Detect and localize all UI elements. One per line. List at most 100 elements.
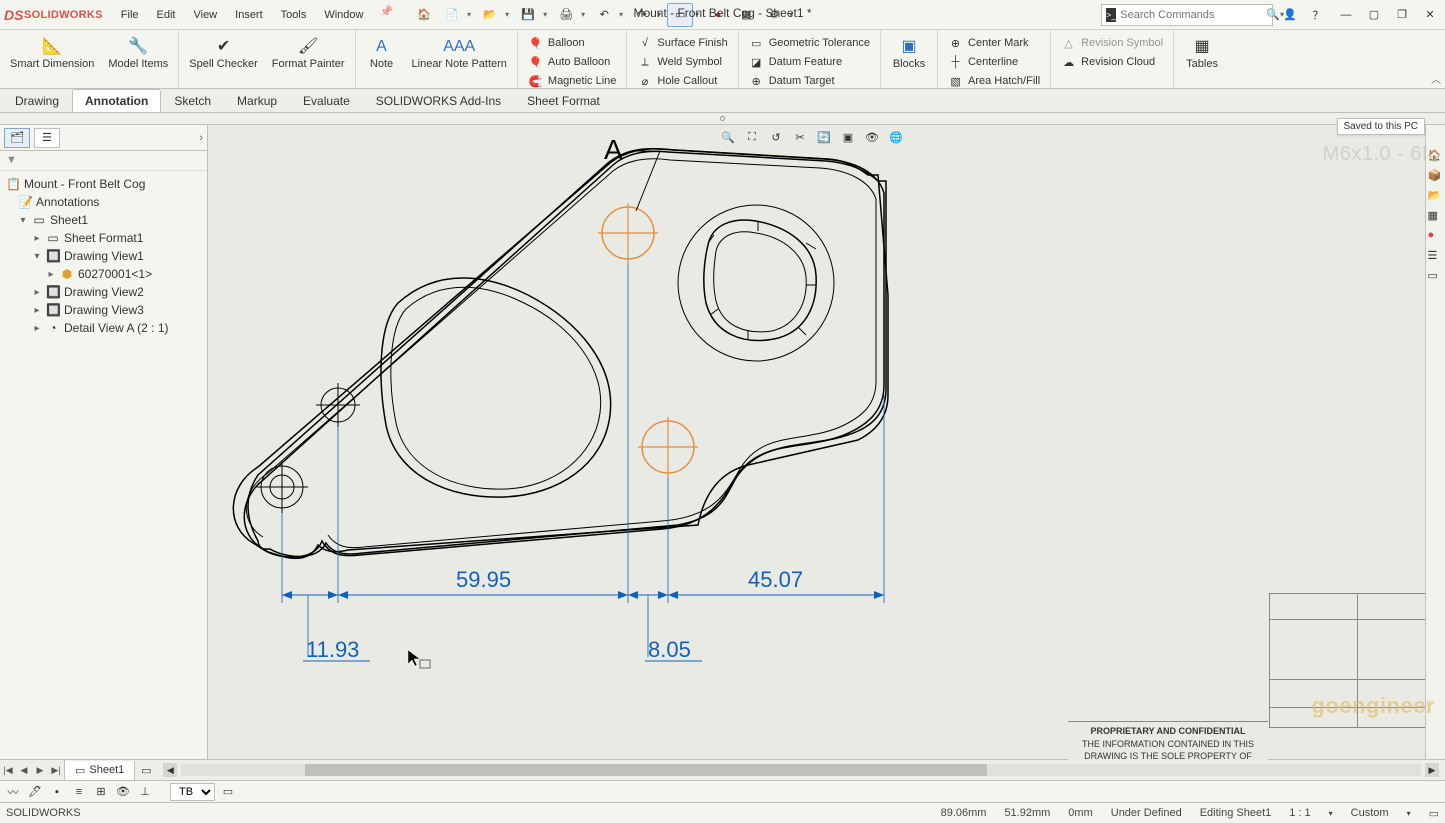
sheet-tab-sheet1[interactable]: ▭Sheet1 (65, 761, 135, 780)
drawing-canvas[interactable]: 🔍 ⛶ ↺ ✂ 🔄 ▣ 👁 🌐 Saved to this PC M6x1.0 … (208, 125, 1445, 759)
hscroll-right-icon[interactable]: ▶ (1425, 763, 1439, 777)
view-palette-icon[interactable]: ▦ (1428, 209, 1444, 225)
sheet-next-icon[interactable]: ▶ (32, 760, 48, 780)
tree-sheet1[interactable]: ▾▭Sheet1 (4, 211, 203, 229)
menu-tools[interactable]: Tools (273, 5, 315, 25)
home-pane-icon[interactable]: 🏠 (1428, 149, 1444, 165)
menu-edit[interactable]: Edit (149, 5, 184, 25)
menu-file[interactable]: File (113, 5, 147, 25)
tree-detail-a[interactable]: ▸◔Detail View A (2 : 1) (4, 319, 203, 337)
layer-select[interactable]: TB (170, 783, 215, 801)
status-scale[interactable]: 1 : 1 (1289, 807, 1310, 819)
linear-note-pattern-button[interactable]: AAALinear Note Pattern (408, 34, 511, 73)
close-icon[interactable]: ✕ (1419, 4, 1441, 26)
hscroll-left-icon[interactable]: ◀ (163, 763, 177, 777)
tab-drawing[interactable]: Drawing (2, 89, 72, 112)
search-icon[interactable]: 🔍 (1266, 8, 1280, 21)
tree-component[interactable]: ▸⬢60270001<1> (4, 265, 203, 283)
feature-tree-tab-icon[interactable]: 🗂 (4, 128, 30, 148)
layer-props-icon[interactable]: ▭ (219, 783, 237, 801)
minimize-icon[interactable]: — (1335, 4, 1357, 26)
datum-feature-button[interactable]: ◪Datum Feature (745, 53, 874, 71)
thickness-icon[interactable]: ≡ (70, 783, 88, 801)
tree-root[interactable]: 📋Mount - Front Belt Cog (4, 175, 203, 193)
note-button[interactable]: ANote (362, 34, 402, 73)
model-items-button[interactable]: 🔧Model Items (104, 34, 172, 73)
sheet-first-icon[interactable]: |◀ (0, 760, 16, 780)
geometric-tolerance-button[interactable]: ▭Geometric Tolerance (745, 34, 874, 52)
tree-annotations[interactable]: 📝Annotations (4, 193, 203, 211)
centerline-button[interactable]: ┼Centerline (944, 53, 1044, 71)
revision-symbol-button[interactable]: △Revision Symbol (1057, 34, 1167, 52)
balloon-button[interactable]: 🎈Balloon (524, 34, 621, 52)
tab-sheet-format[interactable]: Sheet Format (514, 89, 613, 112)
tree-sheet-format[interactable]: ▸▭Sheet Format1 (4, 229, 203, 247)
status-scale-drop-icon[interactable]: ▾ (1329, 809, 1333, 818)
property-tab-icon[interactable]: ☰ (34, 128, 60, 148)
datum-target-button[interactable]: ⊕Datum Target (745, 72, 874, 90)
spell-checker-button[interactable]: ✔Spell Checker (185, 34, 261, 73)
horizontal-scrollbar[interactable]: ◀ ▶ (157, 763, 1445, 777)
pane-expand-icon[interactable]: › (199, 132, 203, 144)
menu-insert[interactable]: Insert (227, 5, 271, 25)
sheet-prev-icon[interactable]: ◀ (16, 760, 32, 780)
smart-dimension-button[interactable]: 📐Smart Dimension (6, 34, 98, 73)
home-icon[interactable]: 🏠 (411, 3, 437, 27)
sheet-last-icon[interactable]: ▶| (48, 760, 64, 780)
appearances-pane-icon[interactable]: ● (1428, 229, 1444, 245)
pin-icon[interactable]: 📌 (379, 5, 393, 25)
auto-balloon-button[interactable]: 🎈Auto Balloon (524, 53, 621, 71)
properties-pane-icon[interactable]: ☰ (1428, 249, 1444, 265)
area-hatch-button[interactable]: ▧Area Hatch/Fill (944, 72, 1044, 90)
line-format-icon[interactable]: 〰 (4, 783, 22, 801)
tab-annotation[interactable]: Annotation (72, 89, 161, 112)
save-icon[interactable]: 💾 (515, 3, 541, 27)
format-painter-button[interactable]: 🖌Format Painter (268, 34, 349, 73)
menu-view[interactable]: View (185, 5, 225, 25)
search-input[interactable] (1116, 9, 1266, 21)
status-units[interactable]: Custom (1351, 807, 1389, 819)
center-mark-button[interactable]: ⊕Center Mark (944, 34, 1044, 52)
hide-icon[interactable]: 👁 (114, 783, 132, 801)
surface-finish-button[interactable]: √Surface Finish (633, 34, 731, 52)
color-icon[interactable]: ▪ (48, 783, 66, 801)
tab-sketch[interactable]: Sketch (161, 89, 224, 112)
tab-evaluate[interactable]: Evaluate (290, 89, 363, 112)
tree-view2[interactable]: ▸🔲Drawing View2 (4, 283, 203, 301)
print-icon[interactable]: 🖨 (553, 3, 579, 27)
blocks-button[interactable]: ▣Blocks (887, 34, 931, 73)
magnetic-line-button[interactable]: 🧲Magnetic Line (524, 72, 621, 90)
hscroll-thumb[interactable] (305, 764, 987, 776)
status-units-drop-icon[interactable]: ▾ (1407, 809, 1411, 818)
revision-cloud-button[interactable]: ☁Revision Cloud (1057, 53, 1167, 71)
layer-icon[interactable]: 🖊 (26, 783, 44, 801)
library-pane-icon[interactable]: 📂 (1428, 189, 1444, 205)
tables-button[interactable]: ▦Tables (1180, 34, 1224, 73)
tab-addins[interactable]: SOLIDWORKS Add-Ins (363, 89, 514, 112)
hole-callout-button[interactable]: ⌀Hole Callout (633, 72, 731, 90)
status-tray-icon[interactable]: ▭ (1429, 807, 1439, 820)
forum-pane-icon[interactable]: ▭ (1428, 269, 1444, 285)
open-icon[interactable]: 📂 (477, 3, 503, 27)
restore-icon[interactable]: ▢ (1363, 4, 1385, 26)
new-icon[interactable]: 📄 (439, 3, 465, 27)
search-commands[interactable]: >_ 🔍▾ (1101, 4, 1273, 26)
tab-markup[interactable]: Markup (224, 89, 290, 112)
add-sheet-icon[interactable]: ▭ (135, 764, 157, 777)
filter-row[interactable]: ▼ (0, 151, 207, 171)
menu-window[interactable]: Window (316, 5, 371, 25)
help-icon[interactable]: ？ (1307, 4, 1329, 26)
weld-symbol-button[interactable]: ⟂Weld Symbol (633, 53, 731, 71)
panel-grip[interactable] (0, 113, 1445, 125)
user-icon[interactable]: 👤 (1279, 4, 1301, 26)
resources-pane-icon[interactable]: 📦 (1428, 169, 1444, 185)
style-icon[interactable]: ⊞ (92, 783, 110, 801)
undo-icon[interactable]: ↶ (591, 3, 617, 27)
tree-view3[interactable]: ▸🔲Drawing View3 (4, 301, 203, 319)
document-title: Mount - Front Belt Cog - Sheet1 * (633, 6, 811, 20)
dim-59-95: 59.95 (456, 567, 511, 592)
tree-view1[interactable]: ▾🔲Drawing View1 (4, 247, 203, 265)
lock-icon[interactable]: ⊥ (136, 783, 154, 801)
maximize-icon[interactable]: ❐ (1391, 4, 1413, 26)
ribbon-collapse-icon[interactable]: ︿ (1431, 71, 1441, 86)
